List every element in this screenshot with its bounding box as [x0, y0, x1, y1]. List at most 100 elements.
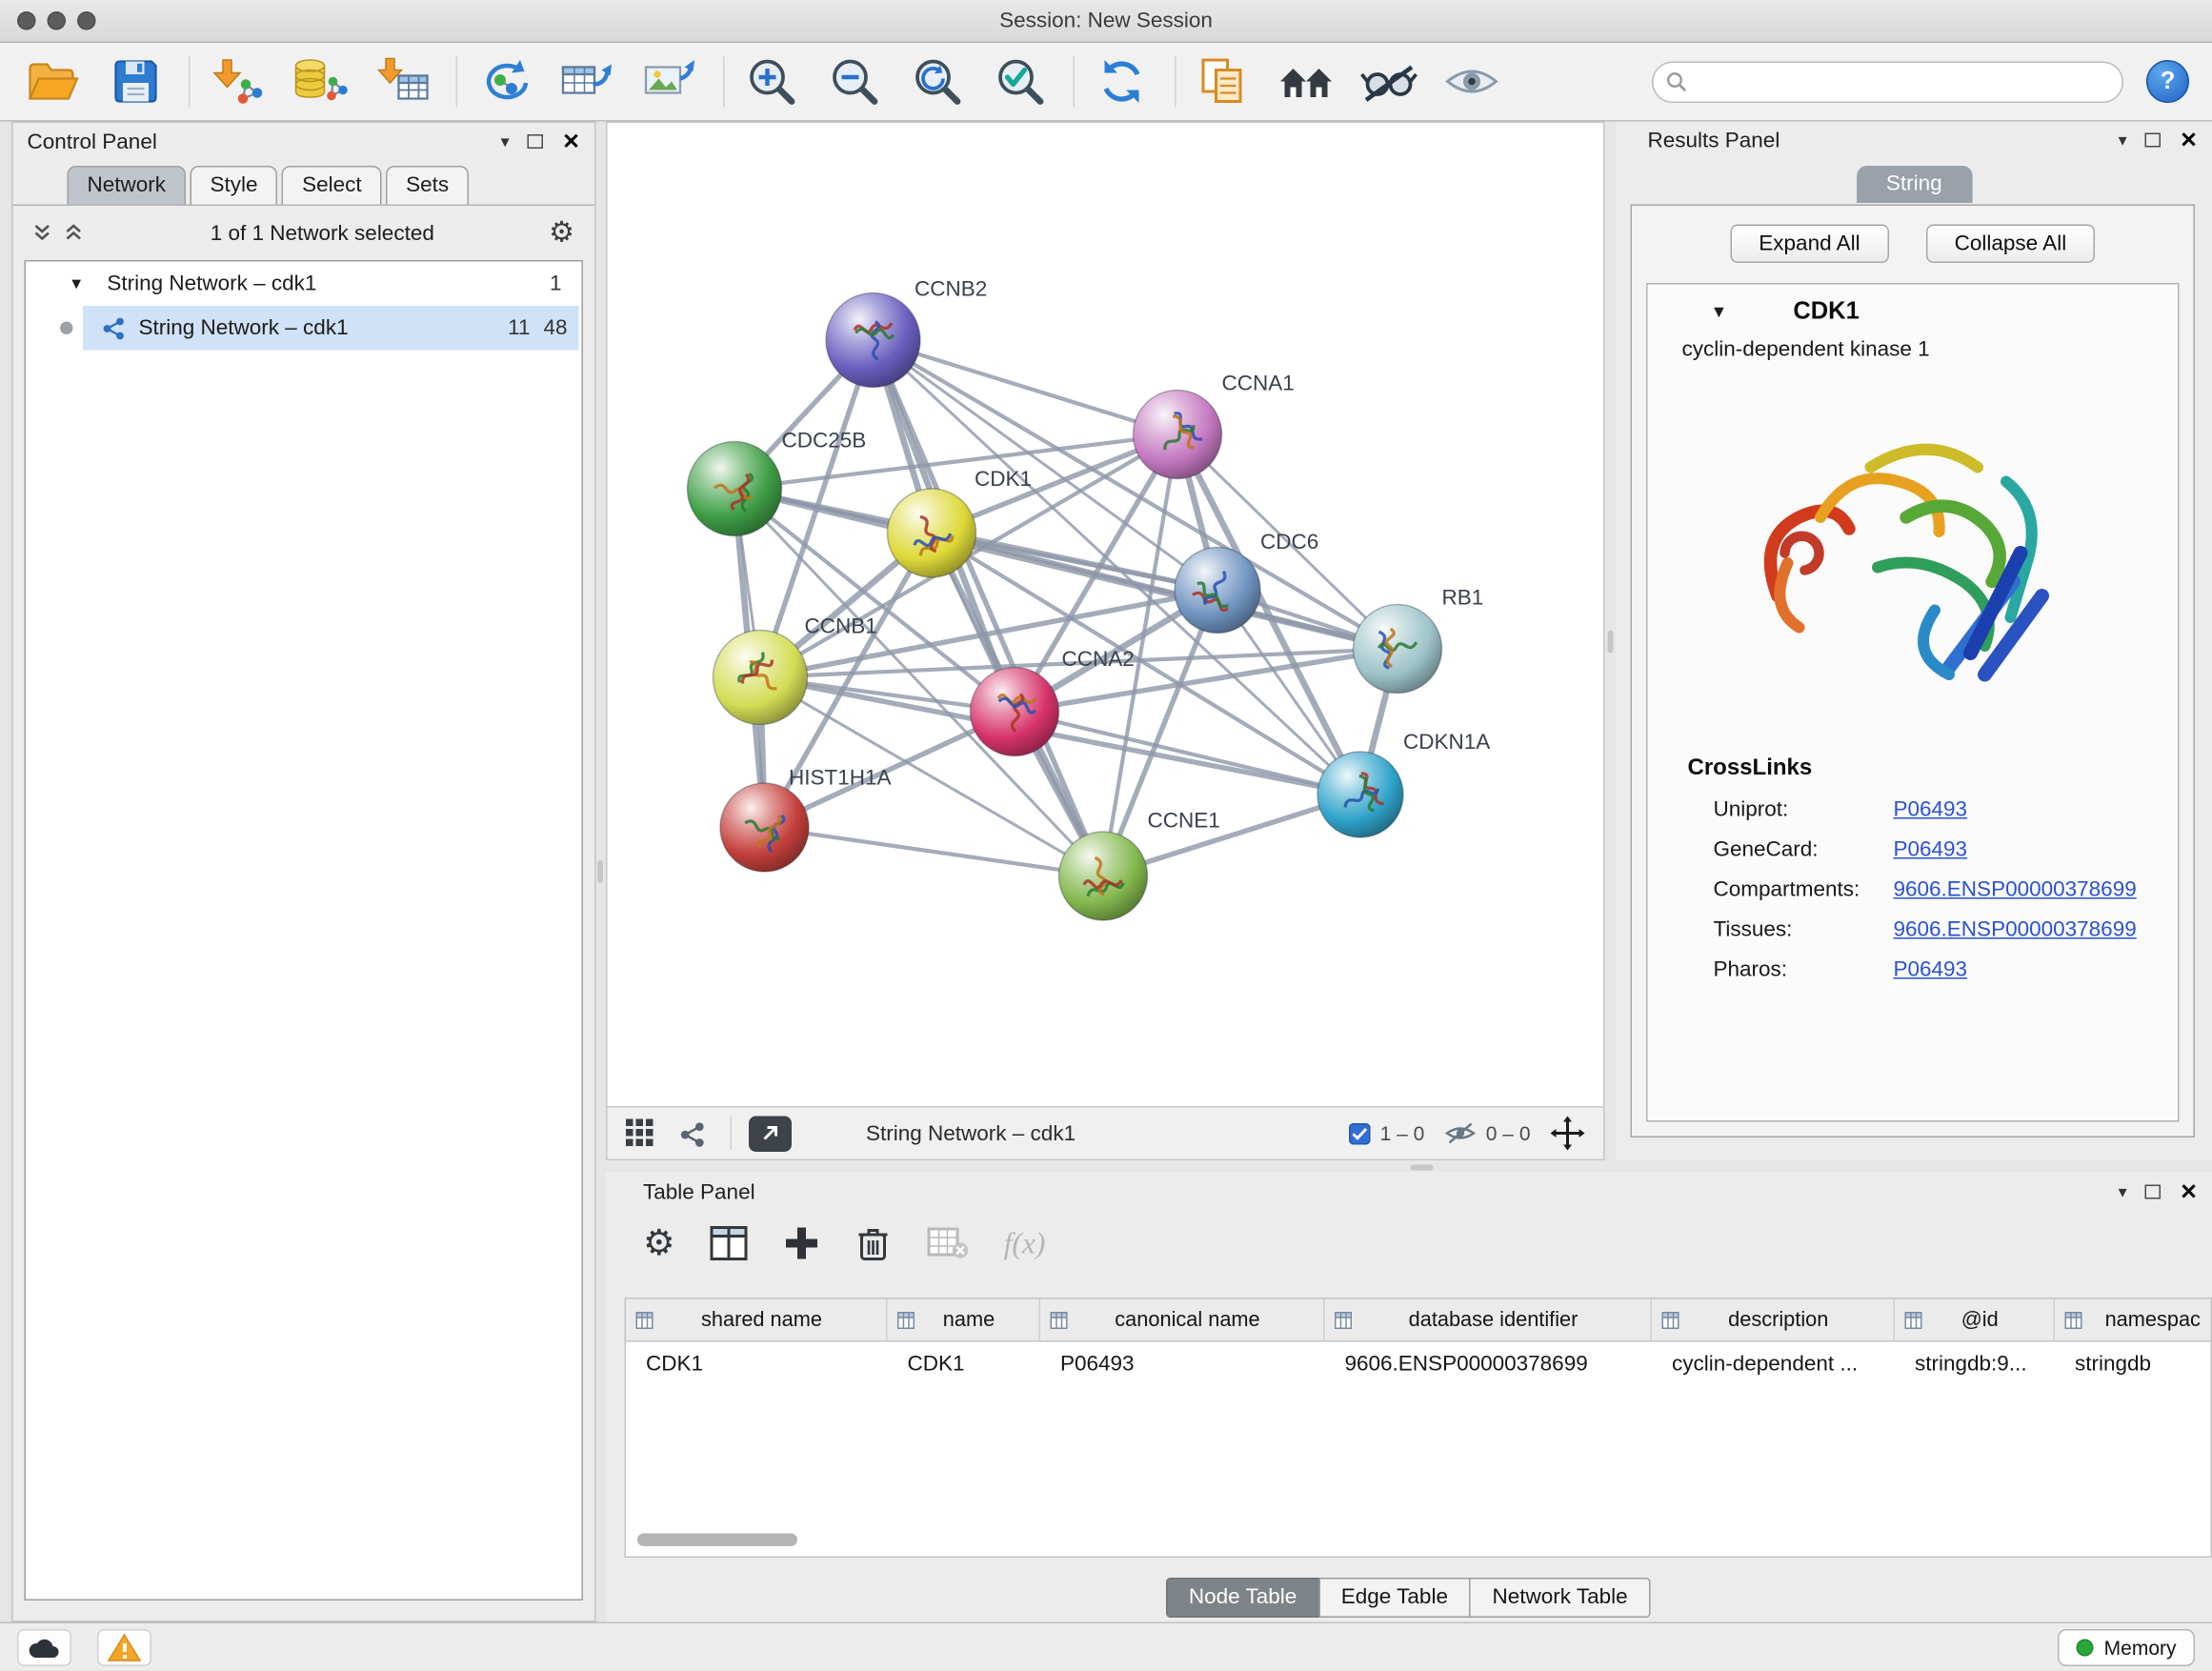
- expander-triangle-icon[interactable]: ▼: [1711, 301, 1728, 321]
- string-change-confidence-button[interactable]: [1274, 49, 1339, 114]
- tab-style[interactable]: Style: [191, 166, 278, 205]
- memory-button[interactable]: Memory: [2059, 1629, 2195, 1666]
- network-edge[interactable]: [1015, 712, 1360, 795]
- panel-collapse-icon[interactable]: ▾: [2119, 1182, 2127, 1202]
- create-column-button[interactable]: [784, 1225, 821, 1262]
- import-network-from-file-button[interactable]: [205, 49, 271, 114]
- network-node-ccna1[interactable]: [1134, 391, 1222, 479]
- birdseye-view-button[interactable]: [679, 1119, 707, 1147]
- string-protein-query-button[interactable]: [1191, 49, 1257, 114]
- zoom-in-button[interactable]: [739, 49, 805, 114]
- open-session-button[interactable]: [20, 49, 86, 114]
- network-edge[interactable]: [765, 828, 1104, 876]
- network-edge[interactable]: [874, 340, 1104, 876]
- crosslink-link[interactable]: P06493: [1894, 837, 1968, 862]
- column-header-canonical-name[interactable]: canonical name: [1040, 1299, 1325, 1341]
- table-cell[interactable]: stringdb: [2055, 1352, 2212, 1377]
- zoom-out-button[interactable]: [822, 49, 888, 114]
- table-cell[interactable]: CDK1: [626, 1352, 888, 1377]
- gene-section-header[interactable]: ▼ CDK1: [1648, 285, 2179, 338]
- import-network-from-database-button[interactable]: [288, 49, 353, 114]
- panel-float-icon[interactable]: [2145, 133, 2162, 148]
- table-cell[interactable]: cyclin-dependent ...: [1652, 1352, 1895, 1377]
- panel-collapse-icon[interactable]: ▾: [501, 131, 510, 151]
- panel-collapse-icon[interactable]: ▾: [2119, 131, 2127, 151]
- open-in-new-window-button[interactable]: [749, 1116, 792, 1152]
- crosslink-link[interactable]: P06493: [1894, 957, 1968, 982]
- network-node-hist1h1a[interactable]: [720, 783, 809, 872]
- column-header-namespac[interactable]: namespac: [2055, 1299, 2212, 1341]
- import-table-from-file-button[interactable]: [371, 49, 436, 114]
- delete-column-button[interactable]: [855, 1223, 893, 1263]
- network-node-rb1[interactable]: [1354, 605, 1442, 694]
- collapse-all-networks-button[interactable]: [33, 223, 52, 243]
- search-input[interactable]: [1688, 65, 2122, 99]
- tab-edge-table[interactable]: Edge Table: [1318, 1578, 1471, 1618]
- crosslink-link[interactable]: P06493: [1894, 797, 1968, 822]
- network-node-cdc6[interactable]: [1175, 548, 1260, 634]
- column-header-shared-name[interactable]: shared name: [626, 1299, 888, 1341]
- export-image-button[interactable]: [637, 49, 703, 114]
- network-node-ccna2[interactable]: [971, 668, 1059, 756]
- zoom-window-button[interactable]: [77, 11, 96, 30]
- zoom-fit-button[interactable]: [905, 49, 971, 114]
- crosslink-link[interactable]: 9606.ENSP00000378699: [1894, 917, 2137, 942]
- new-network-button[interactable]: [472, 49, 537, 114]
- tab-node-table[interactable]: Node Table: [1166, 1578, 1319, 1618]
- tab-string[interactable]: String: [1856, 166, 1972, 203]
- left-splitter-handle[interactable]: [597, 860, 603, 883]
- horizontal-splitter-handle[interactable]: [1411, 1165, 1434, 1171]
- cloud-sync-button[interactable]: [17, 1629, 71, 1666]
- tab-network-table[interactable]: Network Table: [1469, 1578, 1650, 1618]
- string-hide-glasses-button[interactable]: [1357, 49, 1422, 114]
- column-header-database-identifier[interactable]: database identifier: [1325, 1299, 1653, 1341]
- network-collection-row[interactable]: ▼ String Network – cdk1 1: [26, 262, 582, 307]
- string-show-eye-button[interactable]: [1439, 49, 1505, 114]
- save-session-button[interactable]: [103, 49, 169, 114]
- column-header--id[interactable]: @id: [1895, 1299, 2055, 1341]
- panel-close-icon[interactable]: ✕: [562, 129, 580, 154]
- panel-close-icon[interactable]: ✕: [2180, 1179, 2198, 1205]
- expander-triangle-icon[interactable]: ▼: [69, 275, 84, 292]
- selected-checkbox[interactable]: [1349, 1122, 1371, 1144]
- zoom-selected-button[interactable]: [988, 49, 1054, 114]
- panel-float-icon[interactable]: [2145, 1185, 2162, 1199]
- apply-layout-button[interactable]: [1089, 49, 1155, 114]
- help-button[interactable]: ?: [2146, 60, 2189, 103]
- network-node-ccnb2[interactable]: [826, 293, 920, 388]
- table-cell[interactable]: CDK1: [888, 1352, 1041, 1377]
- tab-sets[interactable]: Sets: [386, 166, 469, 205]
- network-row-highlight[interactable]: String Network – cdk1 11 48: [83, 306, 579, 351]
- table-cell[interactable]: 9606.ENSP00000378699: [1325, 1352, 1653, 1377]
- tab-network[interactable]: Network: [68, 166, 187, 205]
- network-node-cdk1[interactable]: [888, 489, 976, 577]
- grid-view-button[interactable]: [626, 1119, 654, 1148]
- pan-crosshair-button[interactable]: [1551, 1117, 1585, 1151]
- warnings-button[interactable]: [97, 1629, 151, 1666]
- export-table-button[interactable]: [554, 49, 620, 114]
- network-node-cdkn1a[interactable]: [1317, 752, 1403, 837]
- horizontal-scrollbar[interactable]: [637, 1534, 797, 1547]
- minimize-window-button[interactable]: [48, 11, 67, 30]
- collapse-all-button[interactable]: Collapse All: [1926, 225, 2096, 264]
- panel-float-icon[interactable]: [528, 134, 544, 149]
- network-canvas[interactable]: CCNB2CCNA1CDC25BCDK1CDC6RB1CCNB1CCNA2CDK…: [608, 123, 1604, 1106]
- right-splitter-handle[interactable]: [1608, 631, 1614, 654]
- network-node-ccne1[interactable]: [1059, 832, 1148, 920]
- expand-all-button[interactable]: Expand All: [1730, 225, 1888, 264]
- crosslink-link[interactable]: 9606.ENSP00000378699: [1894, 877, 2137, 902]
- column-header-name[interactable]: name: [888, 1299, 1041, 1341]
- table-options-gear-icon[interactable]: ⚙: [643, 1225, 675, 1261]
- network-node-ccnb1[interactable]: [714, 631, 808, 725]
- show-columns-button[interactable]: [710, 1225, 750, 1262]
- network-row-selected[interactable]: String Network – cdk1 11 48: [26, 306, 582, 351]
- column-header-description[interactable]: description: [1652, 1299, 1895, 1341]
- network-edge[interactable]: [1103, 591, 1217, 876]
- table-cell[interactable]: P06493: [1040, 1352, 1325, 1377]
- network-options-gear-icon[interactable]: ⚙: [549, 219, 574, 248]
- table-data-row[interactable]: CDK1CDK1P064939606.ENSP00000378699cyclin…: [626, 1342, 2211, 1387]
- table-cell[interactable]: stringdb:9...: [1895, 1352, 2055, 1377]
- tab-select[interactable]: Select: [282, 166, 382, 205]
- expand-all-networks-button[interactable]: [65, 223, 84, 243]
- close-window-button[interactable]: [17, 11, 36, 30]
